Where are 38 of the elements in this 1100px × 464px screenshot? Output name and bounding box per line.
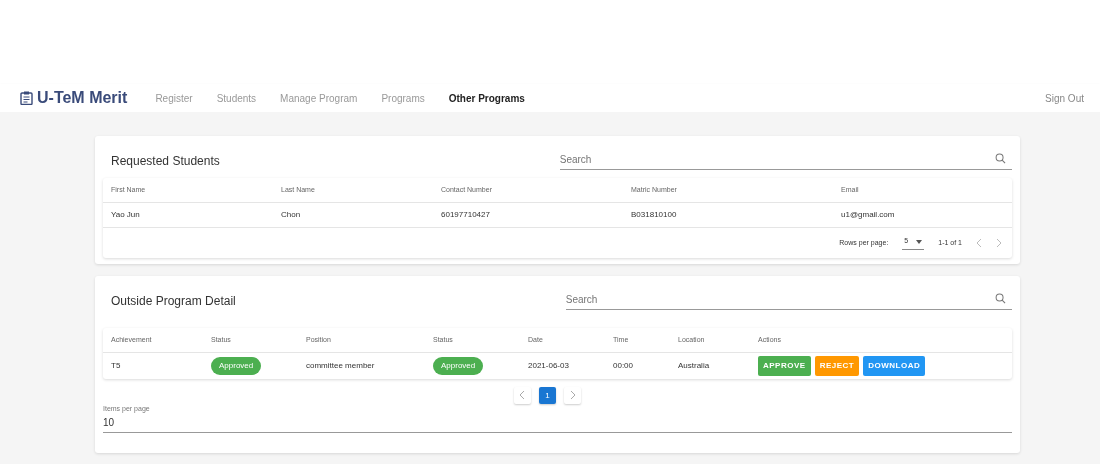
table-cell-text: T5 bbox=[110, 360, 122, 372]
reject-button[interactable]: REJECT bbox=[814, 356, 860, 376]
search-field[interactable]: Search bbox=[565, 290, 1012, 310]
table-cell-text: Yao Jun bbox=[110, 209, 141, 221]
previous-page-icon[interactable] bbox=[976, 238, 982, 248]
caret-icon bbox=[916, 239, 923, 244]
download-button[interactable]: DOWNLOAD bbox=[863, 356, 926, 376]
page-button[interactable]: 1 bbox=[539, 387, 556, 404]
nav-link[interactable]: Other Programs bbox=[448, 90, 525, 106]
status-badge: Approved bbox=[433, 357, 484, 375]
table-cell-text: committee member bbox=[305, 360, 376, 372]
table-cell-text: Australia bbox=[677, 360, 711, 372]
nav-link[interactable]: Manage Program bbox=[280, 90, 358, 106]
card-title: Requested Students bbox=[110, 153, 220, 170]
table-cell-text: 00:00 bbox=[612, 360, 635, 372]
table-cell-text: B031810100 bbox=[630, 209, 678, 221]
nav-link[interactable]: Register bbox=[155, 90, 193, 106]
table-cell-text: Chon bbox=[280, 209, 302, 221]
sign-out-link[interactable]: Sign Out bbox=[1045, 90, 1084, 106]
nav-link[interactable]: Programs bbox=[381, 90, 425, 106]
approve-button[interactable]: APPROVE bbox=[758, 356, 811, 376]
chevron-right-icon bbox=[570, 391, 575, 400]
search-icon bbox=[995, 293, 1006, 304]
nav-link[interactable]: Students bbox=[216, 90, 257, 106]
brand-name[interactable]: U-TeM Merit bbox=[37, 86, 128, 110]
next-page-button[interactable] bbox=[564, 387, 581, 404]
table-cell-text: 2021-06-03 bbox=[527, 360, 570, 372]
previous-page-button[interactable] bbox=[514, 387, 531, 404]
search-field[interactable]: Search bbox=[559, 150, 1012, 170]
field-value: 10 bbox=[103, 415, 116, 430]
status-badge: Approved bbox=[211, 357, 262, 375]
chevron-left-icon bbox=[520, 391, 525, 400]
table-cell-text: u1@gmail.com bbox=[840, 209, 896, 221]
next-page-icon[interactable] bbox=[996, 238, 1002, 248]
table-cell-text: 60197710427 bbox=[440, 209, 491, 221]
card-title: Outside Program Detail bbox=[110, 293, 236, 310]
search-icon bbox=[995, 153, 1006, 164]
clipboard-icon bbox=[20, 91, 33, 105]
